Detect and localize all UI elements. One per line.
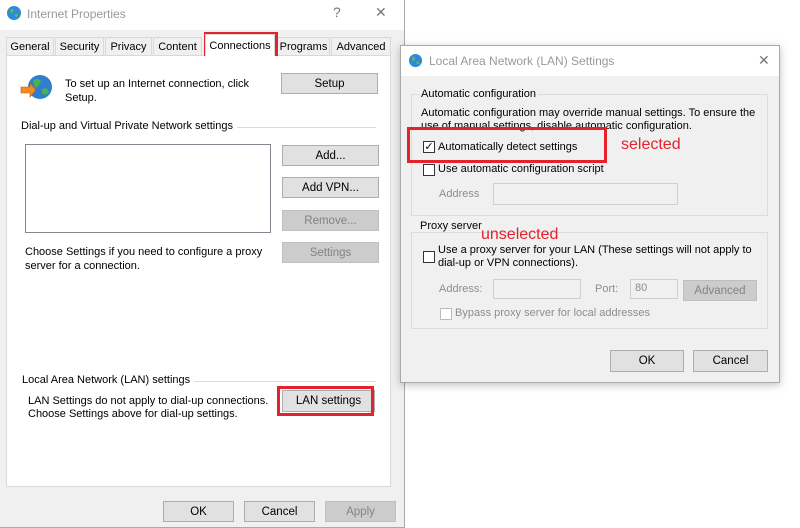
- ok-button[interactable]: OK: [163, 501, 234, 522]
- bypass-checkbox[interactable]: [440, 308, 452, 320]
- tab-privacy[interactable]: Privacy: [105, 37, 152, 55]
- auto-config-title: Automatic configuration: [419, 88, 538, 100]
- lan-dialog-title: Local Area Network (LAN) Settings: [429, 54, 615, 68]
- lan-settings-dialog: Local Area Network (LAN) Settings ✕ Auto…: [400, 45, 780, 383]
- proxy-label-line1[interactable]: Use a proxy server for your LAN (These s…: [438, 244, 752, 256]
- unselected-annotation: unselected: [481, 226, 559, 243]
- globe-icon: [7, 6, 21, 20]
- connections-listbox[interactable]: [25, 144, 271, 233]
- advanced-button[interactable]: Advanced: [683, 280, 757, 301]
- tab-security[interactable]: Security: [55, 37, 104, 55]
- title-bar: Internet Properties ? ✕: [0, 0, 404, 30]
- proxy-port-input[interactable]: 80: [630, 279, 678, 299]
- settings-button[interactable]: Settings: [282, 242, 379, 263]
- auto-detect-label[interactable]: Automatically detect settings: [438, 141, 577, 153]
- lan-settings-button[interactable]: LAN settings: [282, 390, 375, 412]
- proxy-address-input[interactable]: [493, 279, 581, 299]
- cancel-button[interactable]: Cancel: [244, 501, 315, 522]
- globe-connect-icon: [20, 75, 52, 99]
- lan-title-bar: Local Area Network (LAN) Settings ✕: [401, 46, 779, 76]
- help-icon[interactable]: ?: [333, 4, 341, 20]
- proxy-settings-description: Choose Settings if you need to configure…: [25, 246, 263, 272]
- setup-description: To set up an Internet connection, click …: [65, 78, 250, 104]
- proxy-port-label: Port:: [595, 283, 619, 295]
- globe-icon: [408, 53, 423, 68]
- auto-config-desc-line2: use of manual settings, disable automati…: [421, 120, 692, 132]
- selected-annotation: selected: [621, 136, 681, 153]
- lan-description-line2: Choose Settings above for dial-up settin…: [28, 408, 238, 420]
- lan-group-title: Local Area Network (LAN) settings: [22, 374, 195, 386]
- lan-cancel-button[interactable]: Cancel: [693, 350, 768, 372]
- lan-description-line1: LAN Settings do not apply to dial-up con…: [28, 395, 269, 407]
- apply-button[interactable]: Apply: [325, 501, 396, 522]
- tab-advanced[interactable]: Advanced: [331, 37, 391, 55]
- add-button[interactable]: Add...: [282, 145, 379, 166]
- tab-general[interactable]: General: [6, 37, 54, 55]
- auto-script-checkbox[interactable]: [423, 164, 435, 176]
- lan-ok-button[interactable]: OK: [610, 350, 684, 372]
- proxy-checkbox[interactable]: [423, 251, 435, 263]
- tab-connections[interactable]: Connections: [205, 34, 275, 56]
- close-icon[interactable]: ✕: [375, 4, 387, 21]
- tab-content[interactable]: Content: [153, 37, 202, 55]
- tab-programs[interactable]: Programs: [277, 37, 330, 55]
- auto-config-desc-line1: Automatic configuration may override man…: [421, 107, 756, 119]
- bypass-label[interactable]: Bypass proxy server for local addresses: [455, 307, 650, 319]
- setup-button[interactable]: Setup: [281, 73, 378, 94]
- proxy-address-label: Address:: [439, 283, 483, 295]
- script-address-label: Address: [439, 188, 480, 200]
- internet-properties-window: Internet Properties ? ✕ General Security…: [0, 0, 405, 528]
- remove-button[interactable]: Remove...: [282, 210, 379, 231]
- add-vpn-button[interactable]: Add VPN...: [282, 177, 379, 198]
- close-icon[interactable]: ✕: [758, 52, 770, 69]
- auto-script-label[interactable]: Use automatic configuration script: [438, 163, 604, 175]
- window-title: Internet Properties: [27, 7, 126, 21]
- auto-detect-checkbox[interactable]: ✓: [423, 141, 435, 153]
- proxy-title: Proxy server: [418, 220, 484, 232]
- proxy-label-line2[interactable]: dial-up or VPN connections).: [438, 257, 578, 269]
- dialup-group-title: Dial-up and Virtual Private Network sett…: [21, 120, 237, 132]
- script-address-input[interactable]: [493, 183, 678, 205]
